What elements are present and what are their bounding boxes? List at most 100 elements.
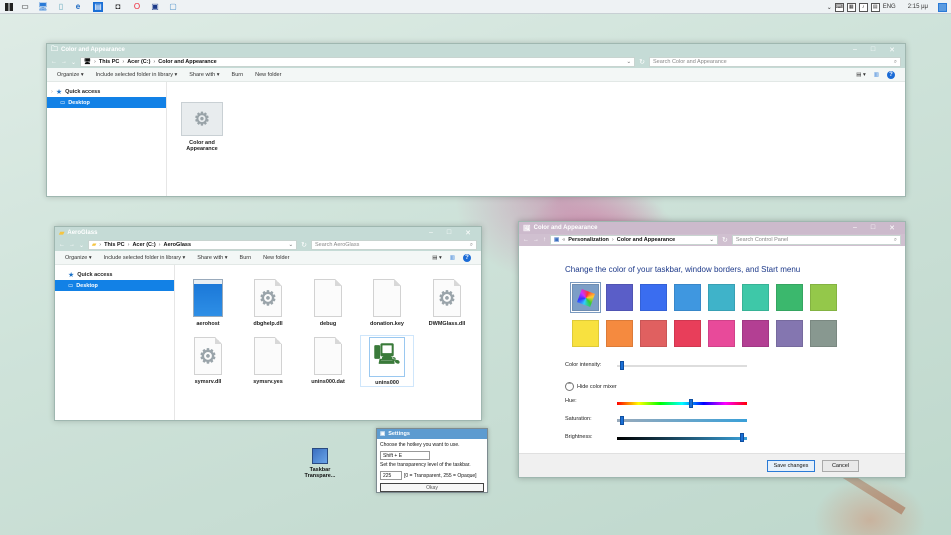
address-bar[interactable]: ▣ « Personalization › Color and Appearan… bbox=[550, 235, 718, 245]
new-folder-button[interactable]: New folder bbox=[255, 72, 281, 78]
desktop-shortcut-taskbar-transparency[interactable]: Taskbar Transpare... bbox=[298, 448, 342, 479]
nav-desktop[interactable]: ▭ Desktop bbox=[55, 280, 174, 291]
file-item[interactable]: ⚙ symsrv.dll bbox=[181, 337, 235, 385]
preview-pane-icon[interactable]: ▥ bbox=[450, 255, 455, 261]
hue-track[interactable] bbox=[617, 402, 747, 405]
title-bar[interactable]: ▣ Settings bbox=[377, 429, 487, 439]
hide-color-mixer-toggle[interactable]: ⌃ Hide color mixer bbox=[565, 382, 617, 391]
network-icon[interactable]: ▦ bbox=[846, 2, 856, 12]
breadcrumb-drive[interactable]: Acer (C:) bbox=[127, 59, 150, 65]
color-intensity-track[interactable] bbox=[617, 365, 747, 367]
forward-arrow-icon[interactable]: → bbox=[533, 237, 539, 243]
file-explorer-icon[interactable]: ▤ bbox=[93, 2, 103, 12]
burn-button[interactable]: Burn bbox=[232, 72, 244, 78]
color-swatch[interactable] bbox=[708, 284, 735, 311]
brightness-thumb[interactable] bbox=[740, 433, 745, 442]
close-button[interactable]: ✕ bbox=[889, 46, 895, 54]
forward-arrow-icon[interactable]: → bbox=[61, 59, 67, 65]
opera-icon[interactable]: O bbox=[132, 2, 142, 12]
include-in-library-button[interactable]: Include selected folder in library ▾ bbox=[104, 255, 186, 261]
brightness-track[interactable] bbox=[617, 437, 747, 440]
search-input[interactable]: Search Color and Appearance ⌕ bbox=[649, 57, 901, 67]
color-swatch[interactable] bbox=[640, 284, 667, 311]
title-bar[interactable]: ▰ AeroGlass – □ ✕ bbox=[55, 227, 481, 239]
file-item[interactable]: aerohost bbox=[181, 279, 235, 327]
color-swatch[interactable] bbox=[742, 284, 769, 311]
up-arrow-icon[interactable]: ⌄ bbox=[71, 59, 76, 66]
help-icon[interactable]: ? bbox=[463, 253, 471, 262]
file-item[interactable]: unins000.dat bbox=[301, 337, 355, 385]
nav-desktop[interactable]: ▭ Desktop bbox=[47, 97, 166, 108]
computer-icon[interactable]: 🖥 bbox=[38, 2, 48, 12]
tray-chevron-icon[interactable]: ⌄ bbox=[827, 4, 832, 11]
color-swatch[interactable] bbox=[674, 284, 701, 311]
new-folder-button[interactable]: New folder bbox=[263, 255, 289, 261]
maximize-button[interactable]: □ bbox=[871, 46, 875, 54]
edge-icon[interactable]: e bbox=[73, 2, 83, 12]
address-dropdown-icon[interactable]: ⌄ bbox=[709, 237, 714, 243]
preview-pane-icon[interactable]: ▥ bbox=[874, 72, 879, 78]
hotkey-input[interactable]: Shift + E bbox=[380, 451, 430, 460]
breadcrumb-personalization[interactable]: Personalization bbox=[568, 237, 609, 243]
color-swatch[interactable] bbox=[606, 320, 633, 347]
up-arrow-icon[interactable]: ↑ bbox=[543, 237, 546, 243]
breadcrumb-drive[interactable]: Acer (C:) bbox=[132, 242, 155, 248]
minimize-button[interactable]: – bbox=[853, 46, 857, 54]
save-changes-button[interactable]: Save changes bbox=[767, 460, 815, 472]
saturation-track[interactable] bbox=[617, 419, 747, 422]
close-button[interactable]: ✕ bbox=[889, 224, 895, 232]
store-icon[interactable]: ◘ bbox=[113, 2, 123, 12]
back-arrow-icon[interactable]: ← bbox=[523, 237, 529, 243]
minimize-button[interactable]: – bbox=[429, 229, 433, 237]
refresh-icon[interactable]: ↻ bbox=[639, 58, 645, 66]
window-icon[interactable]: ▢ bbox=[168, 2, 178, 12]
breadcrumb-folder[interactable]: AeroGlass bbox=[164, 242, 192, 248]
maximize-button[interactable]: □ bbox=[447, 229, 451, 237]
breadcrumb-this-pc[interactable]: This PC bbox=[104, 242, 124, 248]
close-button[interactable]: ✕ bbox=[465, 229, 471, 237]
refresh-icon[interactable]: ↻ bbox=[301, 241, 307, 249]
title-bar[interactable]: 🖼 Color and Appearance – □ ✕ bbox=[519, 222, 905, 234]
organize-button[interactable]: Organize ▾ bbox=[65, 255, 92, 261]
color-swatch[interactable] bbox=[674, 320, 701, 347]
share-with-button[interactable]: Share with ▾ bbox=[189, 72, 219, 78]
photoshop-icon[interactable]: ▣ bbox=[150, 2, 160, 12]
maximize-button[interactable]: □ bbox=[871, 224, 875, 232]
nav-quick-access[interactable]: ★ Quick access bbox=[55, 269, 174, 280]
back-arrow-icon[interactable]: ← bbox=[51, 59, 57, 65]
transparency-input[interactable]: 225 bbox=[380, 471, 402, 480]
language-indicator[interactable]: ENG bbox=[883, 4, 896, 10]
start-icon[interactable] bbox=[4, 2, 14, 12]
address-bar[interactable]: ▰ › This PC › Acer (C:) › AeroGlass ⌄ bbox=[88, 240, 298, 250]
breadcrumb-this-pc[interactable]: This PC bbox=[99, 59, 119, 65]
file-item[interactable]: ⚙ DWMGlass.dll bbox=[420, 279, 474, 327]
minimize-button[interactable]: – bbox=[853, 224, 857, 232]
back-arrow-icon[interactable]: ← bbox=[59, 242, 65, 248]
search-input[interactable]: Search AeroGlass ⌕ bbox=[311, 240, 477, 250]
address-bar[interactable]: 🖥 › This PC › Acer (C:) › Color and Appe… bbox=[80, 57, 636, 67]
show-desktop-icon[interactable] bbox=[938, 2, 947, 12]
organize-button[interactable]: Organize ▾ bbox=[57, 72, 84, 78]
color-swatch[interactable] bbox=[810, 320, 837, 347]
color-swatch[interactable] bbox=[776, 284, 803, 311]
action-center-icon[interactable]: ▤ bbox=[870, 2, 880, 12]
help-icon[interactable]: ? bbox=[887, 70, 895, 79]
breadcrumb-folder[interactable]: Color and Appearance bbox=[158, 59, 216, 65]
view-options-icon[interactable]: ▤ ▾ bbox=[856, 72, 866, 78]
color-swatch[interactable] bbox=[640, 320, 667, 347]
color-intensity-thumb[interactable] bbox=[619, 361, 624, 370]
burn-button[interactable]: Burn bbox=[240, 255, 252, 261]
clock[interactable]: 2:15 μμ bbox=[908, 4, 928, 10]
color-swatch[interactable] bbox=[708, 320, 735, 347]
share-with-button[interactable]: Share with ▾ bbox=[197, 255, 227, 261]
cancel-button[interactable]: Cancel bbox=[822, 460, 859, 472]
nav-quick-access[interactable]: › ★ Quick access bbox=[47, 86, 166, 97]
color-swatch[interactable] bbox=[810, 284, 837, 311]
include-in-library-button[interactable]: Include selected folder in library ▾ bbox=[96, 72, 178, 78]
expand-chevron-icon[interactable]: › bbox=[51, 89, 53, 95]
file-item[interactable]: ⚙ Color and Appearance bbox=[175, 102, 229, 152]
color-swatch[interactable] bbox=[572, 320, 599, 347]
file-item[interactable]: 🖳 unins000 bbox=[360, 335, 414, 387]
breadcrumb-color-appearance[interactable]: Color and Appearance bbox=[617, 237, 675, 243]
view-options-icon[interactable]: ▤ ▾ bbox=[432, 255, 442, 261]
